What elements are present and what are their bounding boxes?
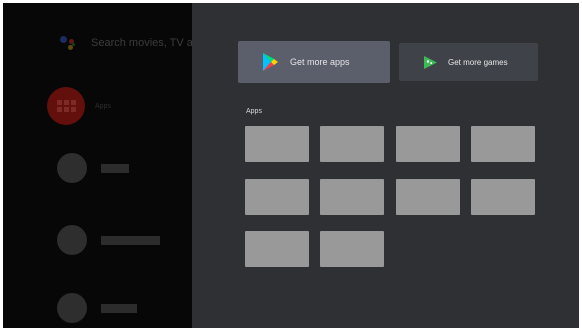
- app-tile[interactable]: [320, 231, 384, 267]
- sidebar-item-placeholder-3[interactable]: [57, 293, 137, 323]
- google-play-store-icon: [263, 53, 278, 71]
- app-tile[interactable]: [396, 126, 460, 162]
- home-sidebar: Search movies, TV and more Apps: [3, 3, 192, 328]
- google-assistant-icon[interactable]: [59, 34, 77, 52]
- sidebar-item-placeholder-1[interactable]: [57, 153, 129, 183]
- sidebar-item-placeholder-2[interactable]: [57, 225, 160, 255]
- app-tile[interactable]: [471, 179, 535, 215]
- placeholder-text-bar: [101, 163, 129, 173]
- placeholder-text-bar: [101, 303, 137, 313]
- app-tile[interactable]: [320, 179, 384, 215]
- app-tile[interactable]: [245, 179, 309, 215]
- get-more-apps-button[interactable]: Get more apps: [238, 41, 390, 83]
- app-tile[interactable]: [245, 231, 309, 267]
- app-tile[interactable]: [245, 126, 309, 162]
- apps-section-title: Apps: [246, 108, 262, 115]
- app-tile[interactable]: [471, 126, 535, 162]
- google-play-games-icon: [424, 55, 437, 69]
- search-bar[interactable]: Search movies, TV and more: [59, 31, 192, 55]
- apps-button[interactable]: [47, 87, 85, 125]
- get-more-games-button[interactable]: Get more games: [399, 43, 538, 81]
- app-tile[interactable]: [396, 179, 460, 215]
- placeholder-avatar: [57, 293, 87, 323]
- search-placeholder: Search movies, TV and more: [91, 37, 192, 49]
- get-more-games-label: Get more games: [448, 57, 508, 67]
- apps-grid-icon: [56, 100, 76, 112]
- sidebar-item-apps[interactable]: Apps: [47, 87, 111, 125]
- placeholder-text-bar: [101, 235, 160, 245]
- tv-screen: Search movies, TV and more Apps: [3, 3, 579, 328]
- placeholder-avatar: [57, 225, 87, 255]
- get-more-apps-label: Get more apps: [290, 57, 350, 67]
- sidebar-item-label: Apps: [95, 102, 111, 110]
- placeholder-avatar: [57, 153, 87, 183]
- app-tile[interactable]: [320, 126, 384, 162]
- apps-panel: Get more apps Get more games Apps: [192, 3, 579, 328]
